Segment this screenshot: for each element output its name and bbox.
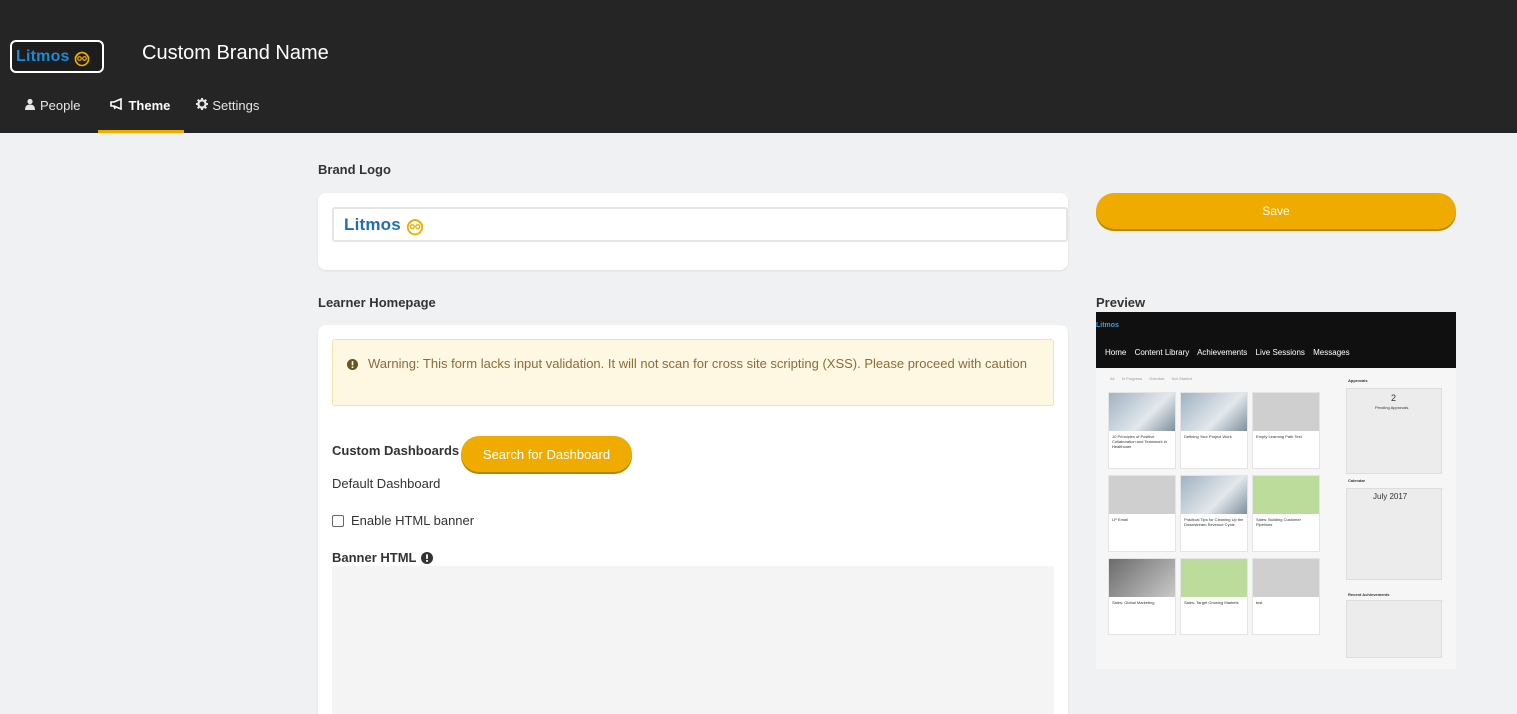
preview-calendar-title: Calendar (1348, 478, 1366, 483)
preview-calendar-widget: July 2017 (1346, 488, 1442, 580)
nav-tabs: People Theme Settings (24, 96, 259, 133)
preview-course-tile: Sales: Target Growing Markets (1180, 558, 1248, 635)
preview-achievements-widget (1346, 600, 1442, 658)
banner-html-textarea[interactable] (332, 566, 1054, 714)
course-thumbnail (1109, 559, 1175, 597)
save-button[interactable]: Save (1096, 193, 1456, 229)
preview-achievements-title: Recent Achievements (1348, 592, 1390, 597)
preview-course-tile: Empty Learning Path Test (1252, 392, 1320, 469)
preview-header: Litmos Home Content Library Achievements… (1096, 312, 1456, 368)
preview-course-tile: test (1252, 558, 1320, 635)
course-title: LP Email (1112, 517, 1128, 522)
banner-html-label: Banner HTML (332, 550, 417, 565)
preview-heading: Preview (1096, 295, 1146, 310)
brand-logo-heading: Brand Logo (318, 162, 391, 177)
litmos-mascot-icon (406, 218, 424, 235)
course-title: Sales: Target Growing Markets (1184, 600, 1239, 605)
course-thumbnail (1109, 393, 1175, 431)
preview-filter: Not Started (1171, 376, 1192, 381)
enable-banner-checkbox[interactable] (332, 514, 344, 527)
search-dashboard-button[interactable]: Search for Dashboard (461, 436, 632, 472)
preview-course-tile: Practical Tips for Cleaning Up the Downs… (1180, 475, 1248, 552)
megaphone-icon (110, 98, 124, 110)
course-title: test (1256, 600, 1263, 605)
preview-approvals-widget: 2 Pending Approvals (1346, 388, 1442, 474)
preview-course-tile: Defining Your Project Work (1180, 392, 1248, 469)
preview-nav-item: Messages (1313, 348, 1350, 357)
preview-nav-item: Home (1105, 348, 1127, 357)
preview-filter: In Progress (1121, 376, 1143, 381)
brand-logo-field[interactable]: Litmos (332, 207, 1068, 242)
gear-icon (196, 98, 209, 110)
exclamation-circle-icon (347, 359, 358, 370)
preview-approvals-title: Approvals (1348, 378, 1368, 383)
preview-filters: All In Progress Overdue Not Started (1110, 376, 1198, 381)
preview-nav-item: Live Sessions (1255, 348, 1305, 357)
preview-filter: All (1110, 376, 1115, 381)
preview-course-tile: Sales: Global Marketing (1108, 558, 1176, 635)
course-thumbnail (1181, 559, 1247, 597)
learner-homepage-heading: Learner Homepage (318, 295, 436, 310)
preview-body: All In Progress Overdue Not Started 10 P… (1096, 368, 1456, 669)
preview-nav: Home Content Library Achievements Live S… (1105, 348, 1356, 357)
enable-banner-label[interactable]: Enable HTML banner (351, 513, 474, 528)
course-title: Empty Learning Path Test (1256, 434, 1302, 439)
brand-logo-text: Litmos (344, 214, 401, 234)
preview-course-tile: 10 Principles of Positive Collaboration … (1108, 392, 1176, 469)
custom-dashboards-label: Custom Dashboards (332, 443, 460, 458)
preview-logo: Litmos (1096, 322, 1119, 329)
book-icon (1253, 393, 1319, 431)
course-title: Sales: Global Marketing (1112, 600, 1155, 605)
xss-warning-alert: Warning: This form lacks input validatio… (332, 339, 1054, 406)
warning-text: Warning: This form lacks input validatio… (368, 356, 1027, 371)
book-icon (1109, 476, 1175, 514)
default-dashboard-value: Default Dashboard (332, 476, 441, 491)
tab-theme-label: Theme (128, 98, 171, 113)
course-title: 10 Principles of Positive Collaboration … (1112, 434, 1167, 449)
banner-html-heading: Banner HTML (332, 550, 433, 565)
user-icon (24, 98, 36, 110)
tab-people-label: People (40, 98, 81, 113)
course-thumbnail (1253, 476, 1319, 514)
logo-text: Litmos (16, 47, 70, 65)
calendar-month: July 2017 (1373, 492, 1408, 501)
course-title: Defining Your Project Work (1184, 434, 1232, 439)
brand-logo-card: Litmos (318, 193, 1068, 270)
preview-course-tile: Sales: Building Customer Pipelines (1252, 475, 1320, 552)
preview-nav-item: Achievements (1197, 348, 1248, 357)
book-icon (1253, 559, 1319, 597)
brand-name-title: Custom Brand Name (142, 42, 329, 64)
course-thumbnail (1181, 393, 1247, 431)
tab-settings[interactable]: Settings (196, 96, 259, 133)
approvals-caption: Pending Approvals (1375, 405, 1409, 410)
enable-banner-row: Enable HTML banner (332, 513, 474, 528)
preview-nav-item: Content Library (1134, 348, 1190, 357)
course-thumbnail (1181, 476, 1247, 514)
litmos-mascot-icon (73, 51, 90, 66)
preview-course-tile: LP Email (1108, 475, 1176, 552)
tab-people[interactable]: People (24, 96, 80, 133)
course-title: Practical Tips for Cleaning Up the Downs… (1184, 517, 1244, 527)
tab-theme[interactable]: Theme (98, 96, 185, 133)
course-title: Sales: Building Customer Pipelines (1256, 517, 1301, 527)
tab-settings-label: Settings (212, 98, 260, 113)
litmos-logo[interactable]: Litmos (10, 40, 104, 73)
top-header: Litmos Custom Brand Name People Theme Se… (0, 0, 1517, 133)
approvals-count: 2 (1391, 393, 1397, 403)
preview-filter: Overdue (1149, 376, 1165, 381)
learner-preview: Litmos Home Content Library Achievements… (1096, 312, 1456, 669)
learner-homepage-card: Warning: This form lacks input validatio… (318, 325, 1068, 714)
info-icon[interactable] (420, 551, 433, 564)
